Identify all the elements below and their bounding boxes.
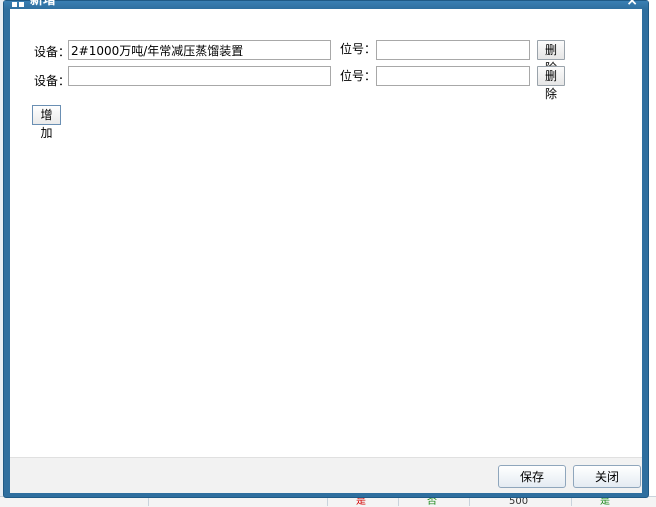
device-label: 设备：	[34, 74, 71, 88]
close-button[interactable]: 关闭	[573, 465, 641, 488]
position-input[interactable]	[376, 40, 530, 60]
device-row: 设备： 位号： 删除	[10, 66, 642, 101]
position-input[interactable]	[376, 66, 530, 86]
save-button[interactable]: 保存	[498, 465, 566, 488]
dialog-title: 新增	[30, 0, 57, 8]
dialog-titlebar[interactable]: 新增 ×	[4, 0, 648, 9]
dialog-body: 设备： 位号： 删除 设备： 位号： 删除 增加	[10, 9, 642, 457]
add-dialog: 新增 × 设备： 位号： 删除 设备： 位号： 删除 增加 保存 关闭	[3, 0, 649, 498]
delete-button[interactable]: 删除	[537, 40, 565, 75]
delete-button[interactable]: 删除	[537, 66, 565, 101]
window-grid-icon	[12, 0, 24, 7]
position-label: 位号：	[340, 69, 377, 83]
add-row-button[interactable]: 增加	[32, 105, 61, 140]
device-input[interactable]	[68, 66, 331, 86]
dialog-footer: 保存 关闭	[10, 457, 642, 493]
device-row: 设备： 位号： 删除	[10, 40, 642, 75]
device-label: 设备：	[34, 45, 71, 59]
position-label: 位号：	[340, 42, 377, 56]
device-input[interactable]	[68, 40, 331, 60]
close-icon[interactable]: ×	[626, 0, 638, 8]
